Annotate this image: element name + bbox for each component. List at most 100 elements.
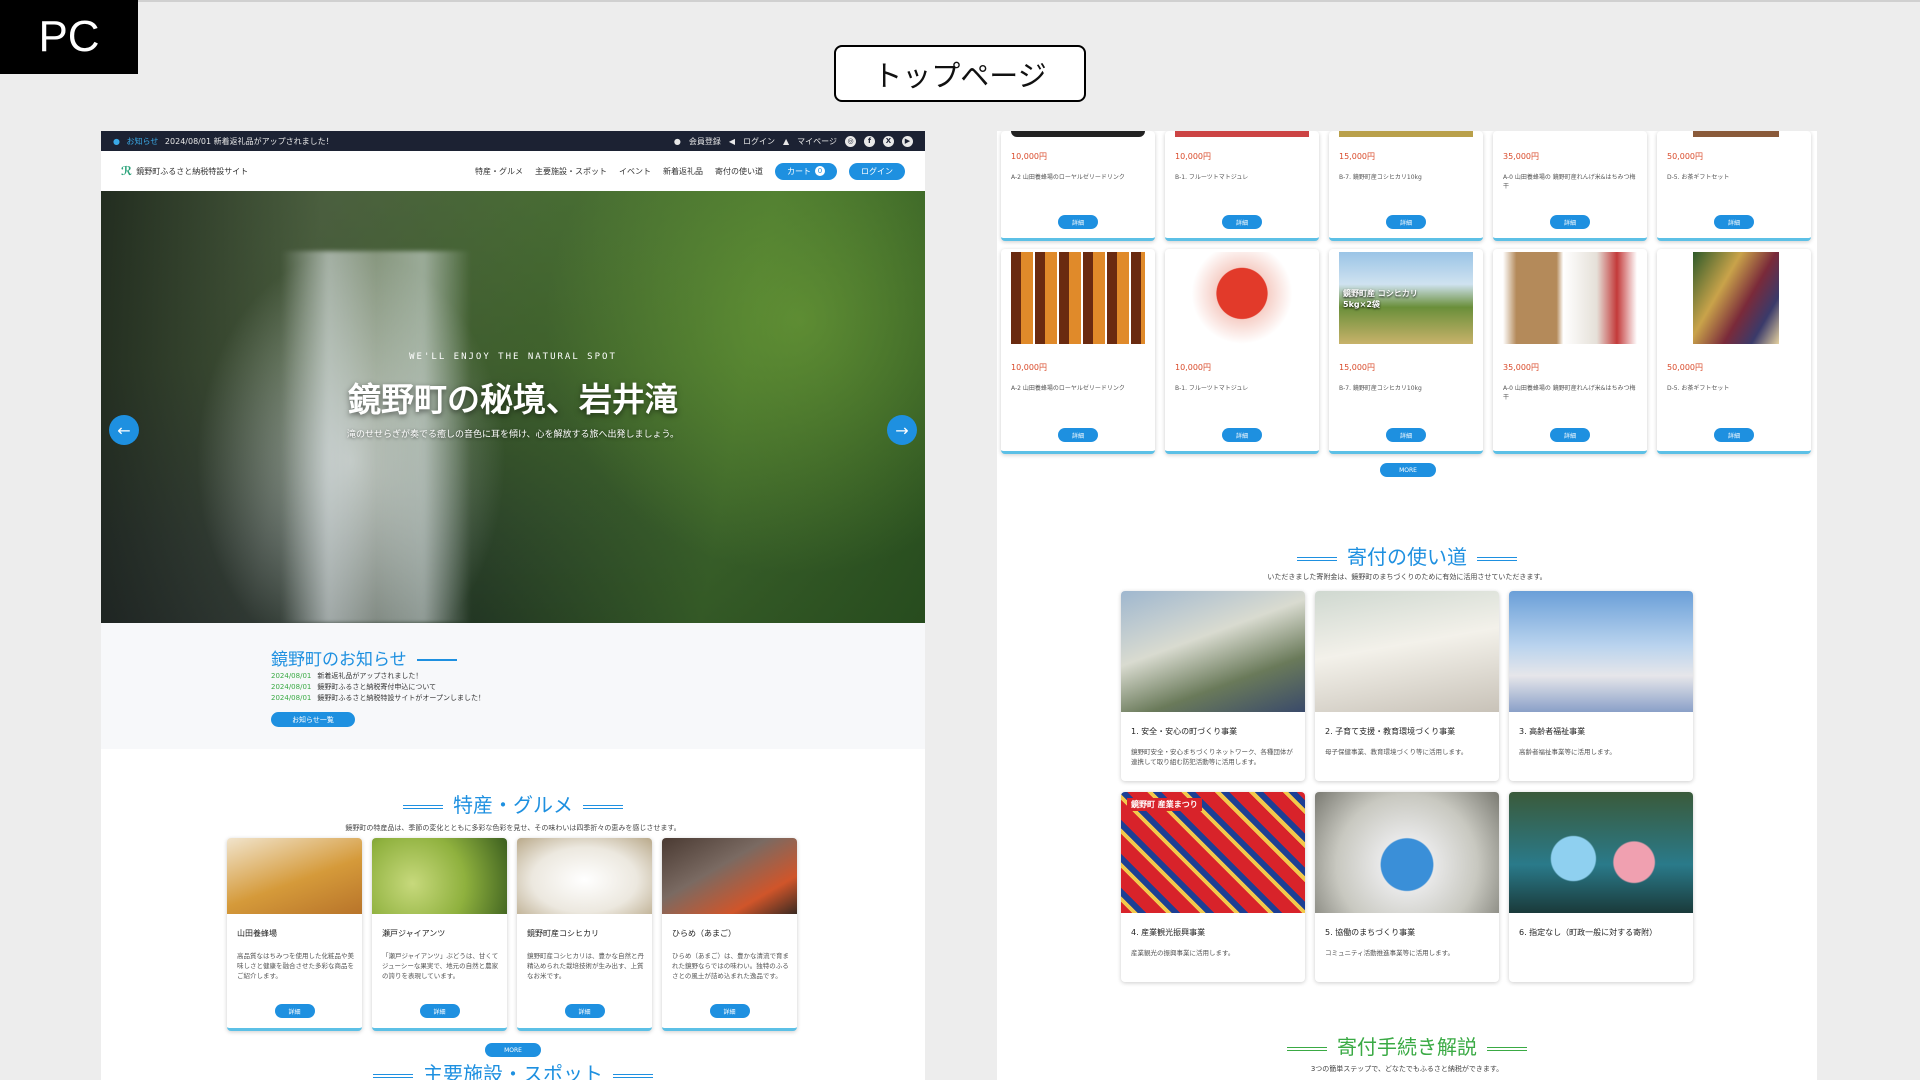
detail-button[interactable]: 詳細	[274, 1004, 315, 1018]
detail-button[interactable]: 詳細	[1386, 215, 1426, 229]
usage-card-desc: 母子保健事業、教育環境づくり等に活用します。	[1325, 748, 1468, 756]
mypage-link[interactable]: マイページ	[797, 136, 837, 147]
detail-button[interactable]: 詳細	[1550, 215, 1590, 229]
nav-gourmet[interactable]: 特産・グルメ	[475, 166, 523, 177]
site-header: ℛ 鏡野町ふるさと納税特設サイト 特産・グルメ 主要施設・スポット イベント 新…	[101, 151, 925, 191]
news-item[interactable]: 2024/08/01 鏡野町ふるさと納税寄付申込について	[271, 682, 485, 693]
product-card[interactable]: 50,000円 D-5. お茶ギフトセット 詳細	[1657, 131, 1811, 241]
news-section: 鏡野町のお知らせ 2024/08/01 新着返礼品がアップされました！ 2024/…	[101, 623, 925, 749]
detail-button[interactable]: 詳細	[564, 1004, 605, 1018]
product-card[interactable]: 35,000円 A-0 山田養蜂場の 鏡野町産れんげ米&はちみつ梅干 詳細	[1493, 131, 1647, 241]
rice-image	[517, 838, 652, 914]
usage-title: 寄付の使い道	[1347, 545, 1467, 569]
home-icon: ▲	[783, 136, 790, 146]
hero-description: 滝のせせらぎが奏でる癒しの音色に耳を傾け、心を解放する旅へ出発しましょう。	[346, 430, 679, 440]
usage-description: いただきました寄附金は、鏡野町のまちづくりのために有効に活用させていただきます。	[1267, 573, 1547, 581]
logo-text: 鏡野町ふるさと納税特設サイト	[136, 166, 249, 176]
gourmet-card[interactable]: 鏡野町産コシヒカリ 鏡野町産コシヒカリは、豊かな自然と丹精込められた栽培技術が生…	[517, 838, 652, 1031]
product-name: D-5. お茶ギフトセット	[1667, 174, 1730, 181]
news-more-button[interactable]: お知らせ一覧	[271, 712, 355, 727]
product-card[interactable]: 10,000円 B-1. フルーツトマトジュレ 詳細	[1165, 249, 1319, 454]
product-image	[1175, 131, 1309, 137]
product-card[interactable]: 50,000円 D-5. お茶ギフトセット 詳細	[1657, 249, 1811, 454]
news-date: 2024/08/01	[271, 672, 312, 680]
site-logo[interactable]: ℛ 鏡野町ふるさと納税特設サイト	[121, 164, 248, 178]
heading-dash	[613, 1073, 653, 1078]
usage-card-desc: 高齢者福祉事業等に活用します。	[1519, 748, 1616, 756]
detail-button[interactable]: 詳細	[1714, 215, 1754, 229]
product-card[interactable]: 鏡野町産 コシヒカリ 5kg×2袋 15,000円 B-7. 鏡野町産コシヒカリ…	[1329, 249, 1483, 454]
usage-card-title: 4. 産業観光振興事業	[1131, 928, 1206, 937]
slider-prev-button[interactable]: ←	[109, 415, 139, 445]
tomato-jelly-image	[1175, 252, 1309, 344]
hero-title: 鏡野町の秘境、岩井滝	[348, 380, 678, 419]
product-card[interactable]: 35,000円 A-0 山田養蜂場の 鏡野町産れんげ米&はちみつ梅干 詳細	[1493, 249, 1647, 454]
gourmet-card[interactable]: ひらめ（あまご） ひらめ（あまご）は、豊かな清流で育まれた鏡野ならではの味わい。…	[662, 838, 797, 1031]
register-link[interactable]: 会員登録	[689, 136, 721, 147]
detail-button[interactable]: 詳細	[1058, 215, 1098, 229]
notice-text[interactable]: 2024/08/01 新着返礼品がアップされました！	[165, 137, 334, 146]
slider-next-button[interactable]: →	[887, 415, 917, 445]
cart-label: カート	[787, 166, 811, 176]
youtube-icon[interactable]: ▶	[902, 135, 913, 147]
usage-card[interactable]: 6. 指定なし（町政一般に対する寄附）	[1509, 792, 1693, 982]
product-card[interactable]: 10,000円 A-2 山田養蜂場のローヤルゼリードリンク 詳細	[1001, 249, 1155, 454]
product-name: B-1. フルーツトマトジュレ	[1175, 385, 1249, 392]
honey-image	[227, 838, 362, 914]
usage-card[interactable]: 5. 協働のまちづくり事業 コミュニティ活動推進事業等に活用します。	[1315, 792, 1499, 982]
product-card[interactable]: 10,000円 B-1. フルーツトマトジュレ 詳細	[1165, 131, 1319, 241]
detail-button[interactable]: 詳細	[1386, 428, 1426, 442]
nav-facilities[interactable]: 主要施設・スポット	[535, 166, 607, 177]
instagram-icon[interactable]: ◎	[845, 135, 856, 147]
usage-card-title: 2. 子育て支援・教育環境づくり事業	[1325, 727, 1456, 736]
detail-button[interactable]: 詳細	[1222, 215, 1262, 229]
product-price: 15,000円	[1339, 152, 1375, 161]
usage-card[interactable]: 鏡野町 産業まつり 4. 産業観光振興事業 産業観光の振興事業に活用します。	[1121, 792, 1305, 982]
news-item[interactable]: 2024/08/01 鏡野町ふるさと納税特設サイトがオープンしました！	[271, 693, 485, 704]
logo-mark-icon: ℛ	[121, 164, 133, 178]
facebook-icon[interactable]: f	[864, 135, 875, 147]
gourmet-card[interactable]: 山田養蜂場 高品質なはちみつを使用した化粧品や美味しさと健康を融合させた多彩な商…	[227, 838, 362, 1031]
gourmet-description: 鏡野町の特産品は、季節の変化とともに多彩な色彩を見せ、その味わいは四季折々の恵み…	[345, 824, 681, 832]
heading-dash	[1297, 556, 1337, 561]
detail-button[interactable]: 詳細	[419, 1004, 460, 1018]
product-name: B-7. 鏡野町産コシヒカリ10kg	[1339, 174, 1422, 181]
nav-usage[interactable]: 寄付の使い道	[715, 166, 763, 177]
cart-button[interactable]: カート 0	[775, 162, 837, 180]
detail-button[interactable]: 詳細	[1222, 428, 1262, 442]
detail-button[interactable]: 詳細	[1550, 428, 1590, 442]
top-page-preview-right: 10,000円 A-2 山田養蜂場のローヤルゼリードリンク 詳細 10,000円…	[997, 131, 1817, 1080]
facilities-title: 主要施設・スポット	[423, 1062, 603, 1080]
detail-button[interactable]: 詳細	[1714, 428, 1754, 442]
detail-button[interactable]: 詳細	[709, 1004, 750, 1018]
top-border	[0, 0, 1920, 2]
usage-card[interactable]: 2. 子育て支援・教育環境づくり事業 母子保健事業、教育環境づくり等に活用します…	[1315, 591, 1499, 781]
nav-new-items[interactable]: 新着返礼品	[663, 166, 703, 177]
royal-jelly-drink-image	[1011, 252, 1145, 344]
utility-links: ● 会員登録 ◀ ログイン ▲ マイページ ◎ f X ▶	[674, 135, 913, 147]
x-icon[interactable]: X	[883, 135, 894, 147]
login-link[interactable]: ログイン	[743, 136, 775, 147]
procedure-title: 寄付手続き解説	[1337, 1035, 1477, 1059]
gourmet-more-button[interactable]: MORE	[485, 1043, 541, 1057]
product-card[interactable]: 10,000円 A-2 山田養蜂場のローヤルゼリードリンク 詳細	[1001, 131, 1155, 241]
product-price: 50,000円	[1667, 152, 1703, 161]
notice-bar: ● お知らせ 2024/08/01 新着返礼品がアップされました！ ● 会員登録…	[101, 131, 925, 151]
login-button[interactable]: ログイン	[849, 162, 905, 180]
usage-grid: 1. 安全・安心の町づくり事業 鏡野町安全・安心まちづくりネットワーク、各種団体…	[1121, 591, 1693, 982]
detail-button[interactable]: 詳細	[1058, 428, 1098, 442]
products-more-button[interactable]: MORE	[1380, 463, 1436, 477]
news-item[interactable]: 2024/08/01 新着返礼品がアップされました！	[271, 671, 485, 682]
mascot-photo	[1509, 792, 1693, 913]
product-price: 35,000円	[1503, 363, 1539, 372]
news-date: 2024/08/01	[271, 694, 312, 702]
gourmet-card[interactable]: 瀬戸ジャイアンツ 「瀬戸ジャイアンツ」ぶどうは、甘くてジューシーな果実で、地元の…	[372, 838, 507, 1031]
product-price: 10,000円	[1175, 152, 1211, 161]
notice-label: お知らせ	[126, 136, 159, 146]
usage-card[interactable]: 1. 安全・安心の町づくり事業 鏡野町安全・安心まちづくりネットワーク、各種団体…	[1121, 591, 1305, 781]
procedure-heading: 寄付手続き解説	[997, 1031, 1817, 1060]
usage-card[interactable]: 3. 高齢者福祉事業 高齢者福祉事業等に活用します。	[1509, 591, 1693, 781]
card-desc: 鏡野町産コシヒカリは、豊かな自然と丹精込められた栽培技術が生み出す、上質なお米で…	[527, 952, 644, 980]
nav-events[interactable]: イベント	[619, 166, 651, 177]
product-card[interactable]: 15,000円 B-7. 鏡野町産コシヒカリ10kg 詳細	[1329, 131, 1483, 241]
